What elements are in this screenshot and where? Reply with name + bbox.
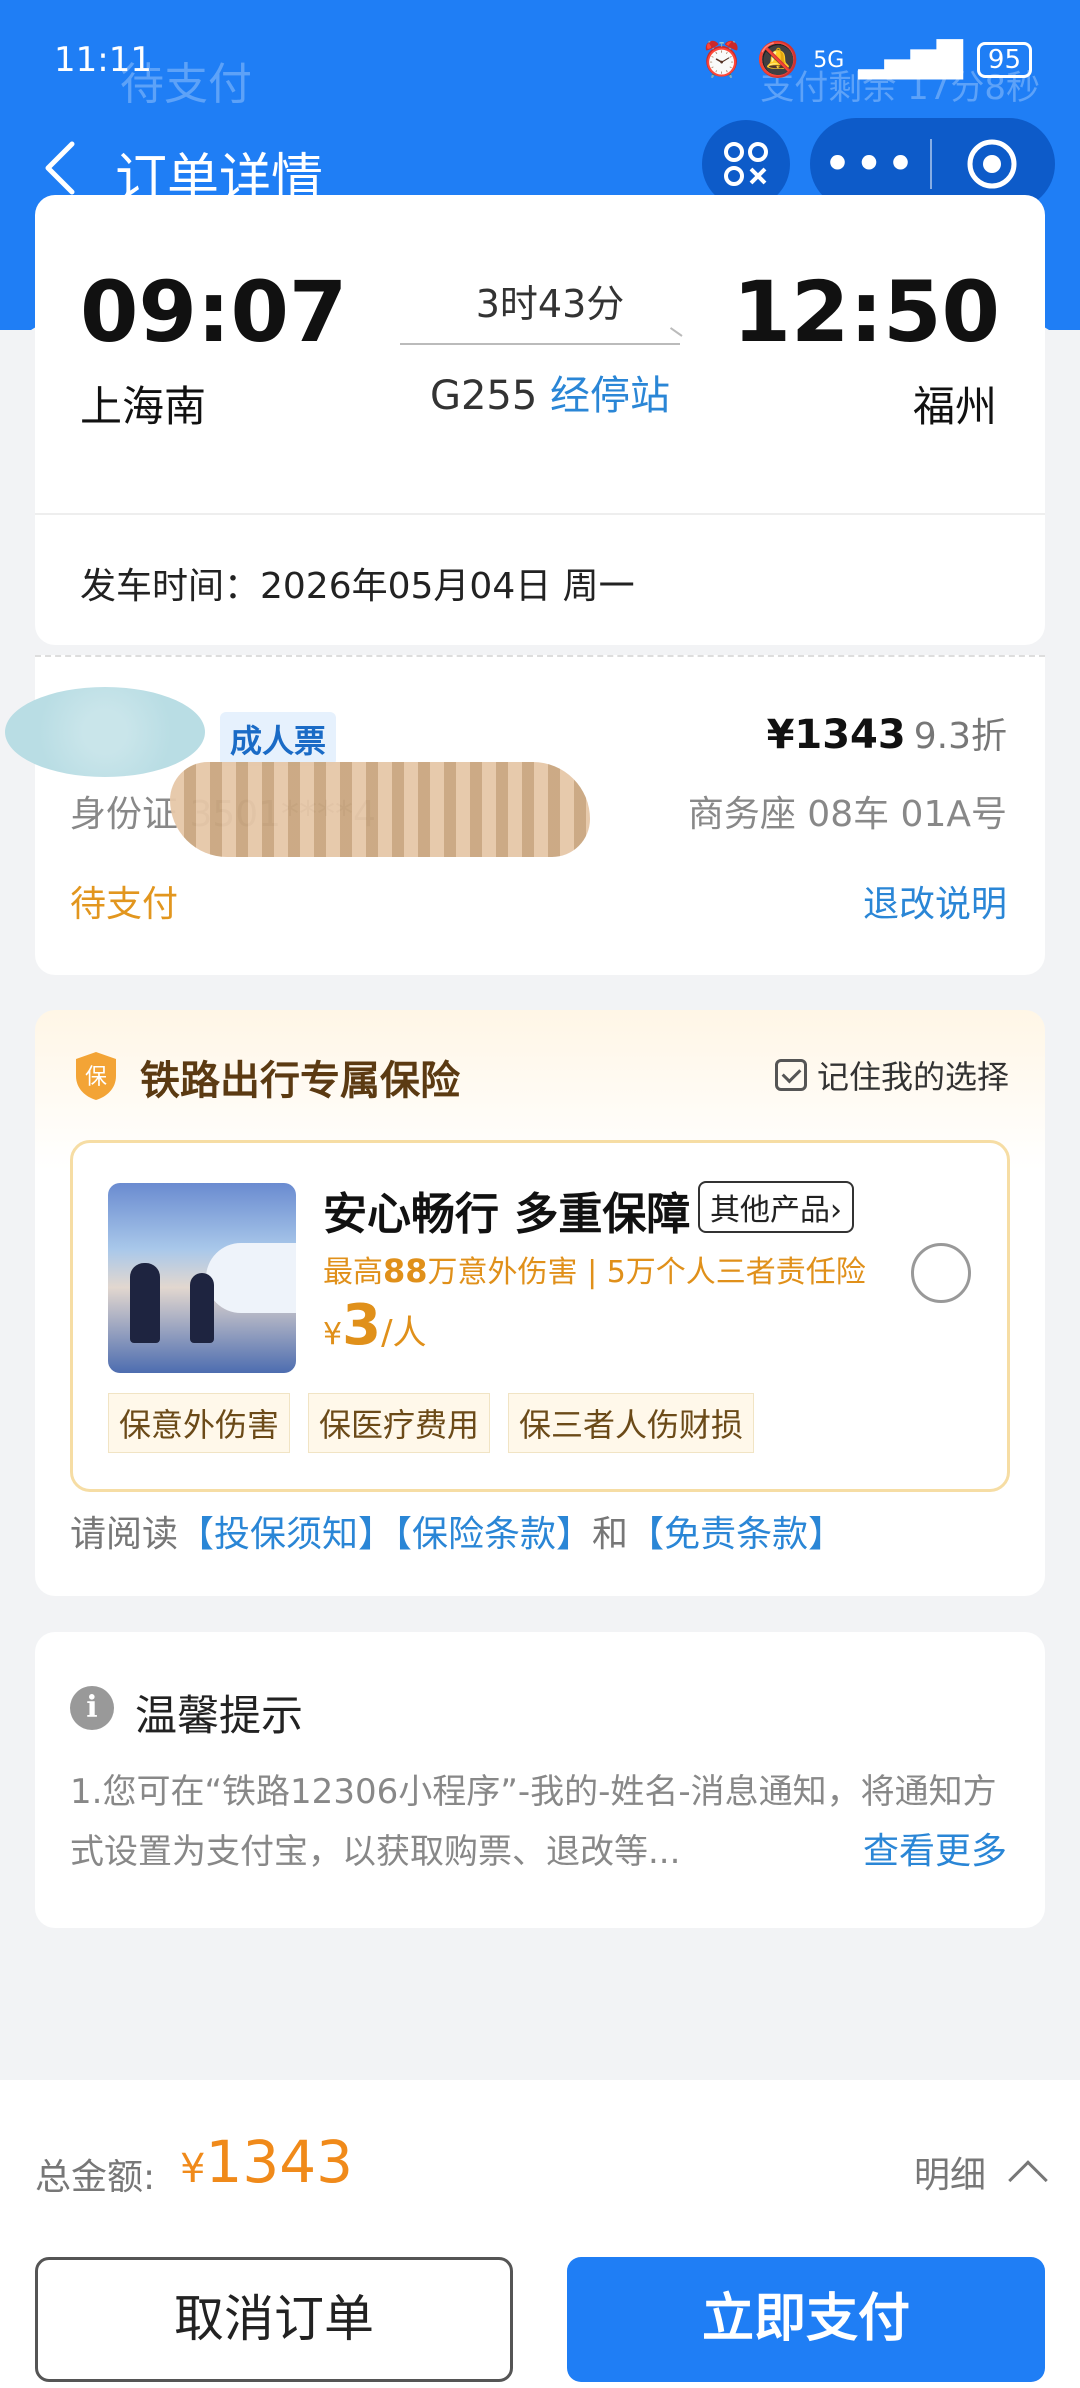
insurance-select-radio[interactable] xyxy=(911,1243,971,1303)
departure-station: 上海南 xyxy=(80,382,207,431)
traveler-figure xyxy=(190,1273,214,1343)
insurance-product-image xyxy=(108,1183,296,1373)
total-amount: ¥1343 xyxy=(180,2128,353,2196)
svg-text:保: 保 xyxy=(85,1065,107,1090)
insurance-tag: 保意外伤害 xyxy=(108,1393,291,1453)
alarm-icon: ⏰ xyxy=(700,40,743,80)
price-yen: ¥ xyxy=(323,1317,343,1352)
bottom-action-bar: 总金额: ¥1343 明细 取消订单 立即支付 xyxy=(0,2080,1080,2388)
chevron-up-icon xyxy=(1008,2160,1048,2200)
ticket-price-value: ¥1343 xyxy=(766,712,906,758)
back-arrow-icon[interactable] xyxy=(38,138,88,198)
signal-icon: 5G xyxy=(813,47,845,73)
total-label: 总金额: xyxy=(35,2157,156,2198)
price-detail-toggle[interactable]: 明细 xyxy=(913,2146,1048,2200)
battery-icon: 95 xyxy=(976,42,1032,78)
status-time: 11:11 xyxy=(54,40,152,80)
view-more-link[interactable]: 查看更多 xyxy=(863,1822,1007,1874)
insurance-card: 保 铁路出行专属保险 记住我的选择 安心畅行 多重保障 其他产品› 最高88万意… xyxy=(35,1010,1045,1596)
read-prefix: 请阅读 xyxy=(70,1514,179,1555)
total-value: 1343 xyxy=(205,2128,354,2196)
status-bar: 11:11 ⏰ 🔕 5G ▂▄▆█ 95 xyxy=(0,0,1080,120)
insurance-product-box[interactable]: 安心畅行 多重保障 其他产品› 最高88万意外伤害 | 5万个人三者责任险 ¥3… xyxy=(70,1140,1010,1492)
insurance-product-name: 安心畅行 多重保障 xyxy=(323,1189,691,1240)
insurance-description: 最高88万意外伤害 | 5万个人三者责任险 xyxy=(323,1247,866,1291)
disclaimer-link[interactable]: 【免责条款】 xyxy=(628,1514,844,1555)
ticket-discount: 9.3折 xyxy=(913,716,1007,757)
price-number: 3 xyxy=(342,1293,382,1358)
status-icons: ⏰ 🔕 5G ▂▄▆█ 95 xyxy=(701,40,1032,80)
total-yen: ¥ xyxy=(180,2146,206,2192)
desc-prefix: 最高 xyxy=(323,1255,383,1290)
ticket-type-badge: 成人票 xyxy=(220,712,337,766)
price-unit: /人 xyxy=(381,1313,427,1353)
arrival-station: 福州 xyxy=(912,382,997,431)
passenger-card: 成人票 ¥13439.3折 身份证 3501****4 商务座 08车 01A号… xyxy=(5,655,1045,975)
tips-title: 温馨提示 xyxy=(135,1691,304,1740)
close-miniprogram-button[interactable] xyxy=(932,136,1052,192)
train-graphic xyxy=(206,1243,296,1313)
detail-label: 明细 xyxy=(913,2155,986,2196)
insurance-tag: 保三者人伤财损 xyxy=(508,1393,755,1453)
target-close-icon xyxy=(967,139,1017,189)
signal-bars-icon: ▂▄▆█ xyxy=(858,40,963,80)
insurance-shield-icon: 保 xyxy=(76,1052,116,1100)
train-number-line: G255 经停站 xyxy=(400,363,700,421)
insurance-tag: 保医疗费用 xyxy=(308,1393,491,1453)
refund-rules-link[interactable]: 退改说明 xyxy=(863,875,1007,927)
chevron-right-icon: › xyxy=(830,1193,842,1228)
cancel-order-button[interactable]: 取消订单 xyxy=(35,2257,513,2382)
remember-choice-checkbox[interactable]: 记住我的选择 xyxy=(774,1052,1009,1098)
other-products-label: 其他产品 xyxy=(710,1193,830,1228)
departure-date: 发车时间：2026年05月04日 周一 xyxy=(80,566,635,607)
trip-info-card: 09:07 上海南 3时43分 G255 经停站 12:50 福州 发车时间：2… xyxy=(35,195,1045,645)
tips-card: i 温馨提示 1.您可在“铁路12306小程序”-我的-姓名-消息通知，将通知方… xyxy=(35,1632,1045,1928)
info-icon: i xyxy=(70,1686,114,1730)
seat-info: 商务座 08车 01A号 xyxy=(687,794,1007,835)
insurance-terms-link[interactable]: 【保险条款】 xyxy=(394,1514,592,1555)
insurance-tags: 保意外伤害 保医疗费用 保三者人伤财损 xyxy=(108,1393,755,1453)
stops-link[interactable]: 经停站 xyxy=(550,373,670,419)
other-products-button[interactable]: 其他产品› xyxy=(698,1181,854,1233)
desc-amount: 88 xyxy=(383,1252,428,1290)
pay-now-button[interactable]: 立即支付 xyxy=(567,2257,1045,2382)
insurance-notice-link[interactable]: 【投保须知】 xyxy=(178,1514,394,1555)
train-number: G255 xyxy=(429,373,538,419)
redacted-name-blur xyxy=(5,687,205,777)
ticket-price: ¥1343 9.3折 xyxy=(767,707,1007,759)
trip-divider xyxy=(35,513,1045,515)
scan-icon xyxy=(724,142,768,186)
departure-time: 09:07 xyxy=(80,263,348,361)
duration-arrow xyxy=(400,343,680,345)
mute-icon: 🔕 xyxy=(756,40,800,80)
read-and: 和 xyxy=(592,1514,629,1555)
redacted-id-blur xyxy=(170,762,590,857)
payment-status: 待支付 xyxy=(70,884,179,925)
traveler-figure xyxy=(130,1263,160,1343)
insurance-terms-line: 请阅读【投保须知】【保险条款】和【免责条款】 xyxy=(70,1505,844,1557)
more-options-button[interactable]: ••• xyxy=(810,139,930,189)
arrival-time: 12:50 xyxy=(732,263,1000,361)
trip-duration: 3时43分 xyxy=(475,282,625,326)
insurance-price: ¥3/人 xyxy=(323,1293,427,1358)
checkbox-icon xyxy=(774,1059,807,1091)
desc-suffix: 万意外伤害 | 5万个人三者责任险 xyxy=(427,1255,866,1290)
insurance-title: 铁路出行专属保险 xyxy=(140,1058,460,1104)
remember-choice-label: 记住我的选择 xyxy=(816,1058,1009,1096)
